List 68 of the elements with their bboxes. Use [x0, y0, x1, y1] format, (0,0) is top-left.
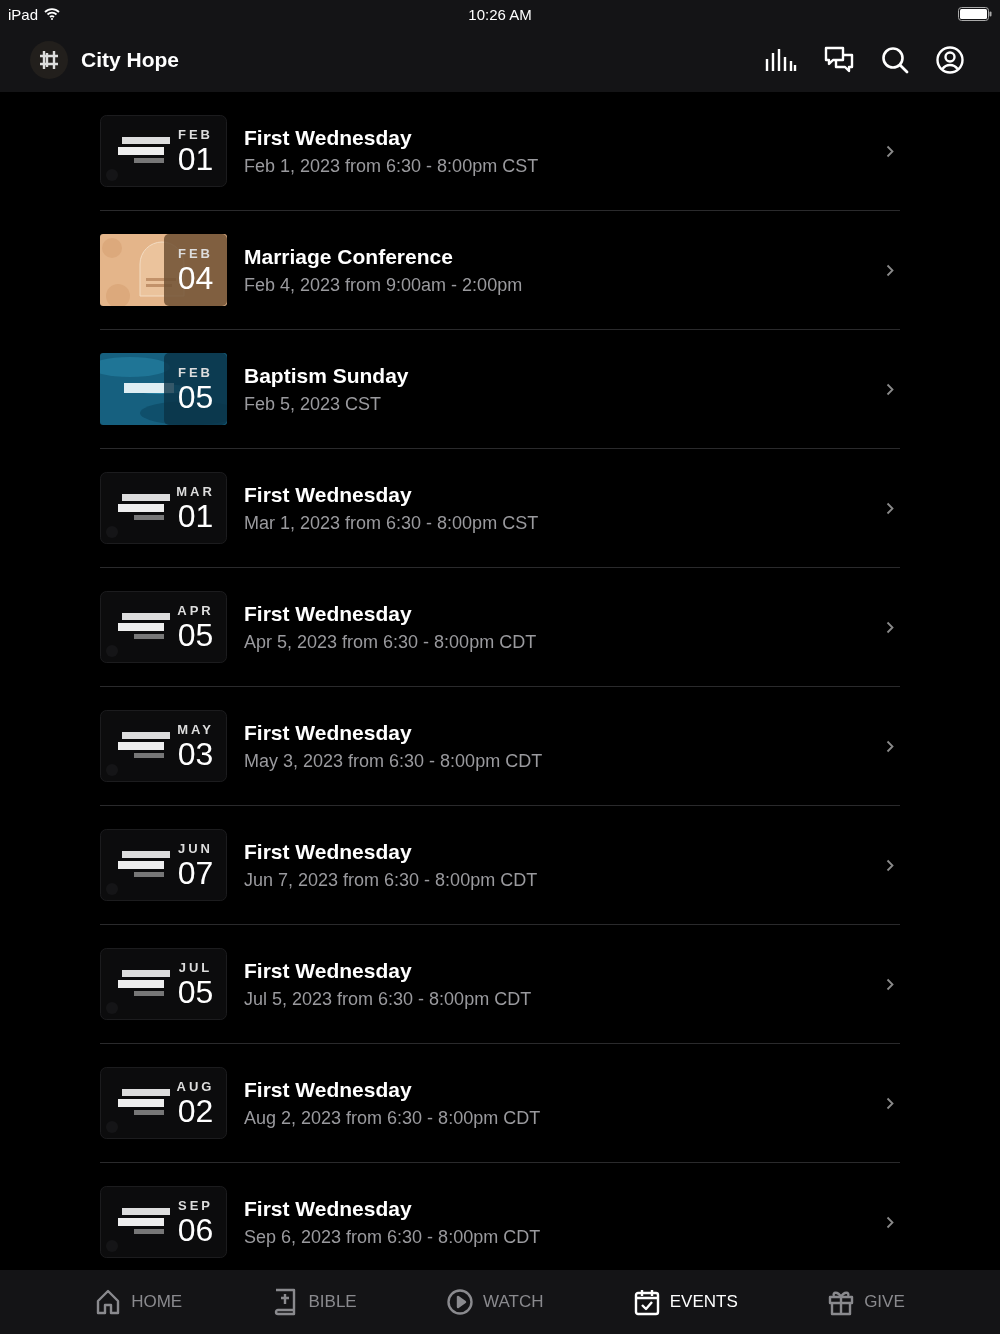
app-title: City Hope: [81, 48, 179, 72]
event-day: 07: [177, 855, 214, 890]
home-icon: [95, 1288, 122, 1316]
event-date: May 3, 2023 from 6:30 - 8:00pm CDT: [244, 750, 544, 772]
event-month: JUL: [178, 959, 213, 975]
event-date: Jul 5, 2023 from 6:30 - 8:00pm CDT: [244, 988, 533, 1010]
profile-icon[interactable]: [936, 46, 964, 74]
chevron-icon: [886, 501, 894, 515]
event-day: 02: [177, 1093, 214, 1128]
event-month: APR: [177, 602, 214, 618]
event-date: Feb 4, 2023 from 9:00am - 2:00pm: [244, 274, 524, 296]
event-day: 05: [177, 974, 214, 1009]
calendar-icon: [633, 1288, 660, 1316]
event-month: JUN: [178, 840, 213, 856]
event-day: 05: [177, 379, 214, 414]
event-day: 05: [177, 617, 214, 652]
audio-bars-icon[interactable]: [765, 47, 797, 73]
event-month: FEB: [178, 245, 213, 261]
event-date: Sep 6, 2023 from 6:30 - 8:00pm CDT: [244, 1226, 542, 1248]
tab-item[interactable]: BIBLE: [272, 1288, 357, 1316]
status-time: 10:26 AM: [467, 5, 533, 23]
event-title: First Wednesday: [244, 839, 413, 864]
event-title: First Wednesday: [244, 125, 413, 150]
wifi-icon: [44, 8, 61, 20]
event-title: First Wednesday: [244, 958, 413, 983]
event-day: 01: [177, 498, 214, 533]
search-icon[interactable]: [881, 46, 909, 74]
chevron-icon: [886, 858, 894, 872]
event-date: Apr 5, 2023 from 6:30 - 8:00pm CDT: [244, 631, 538, 653]
tab-item[interactable]: WATCH: [447, 1288, 544, 1316]
event-month: MAR: [176, 483, 215, 499]
chevron-icon: [886, 977, 894, 991]
logo-icon: [30, 41, 68, 79]
event-day: 06: [177, 1212, 214, 1247]
tab-item[interactable]: GIVE: [828, 1288, 905, 1316]
chevron-icon: [886, 1096, 894, 1110]
event-day: 03: [177, 736, 214, 771]
chevron-icon: [886, 739, 894, 753]
event-date: Feb 5, 2023 CST: [244, 393, 383, 415]
tab-item[interactable]: HOME: [95, 1288, 183, 1316]
chevron-icon: [886, 620, 894, 634]
event-date: Aug 2, 2023 from 6:30 - 8:00pm CDT: [244, 1107, 542, 1129]
chevron-icon: [886, 382, 894, 396]
event-title: First Wednesday: [244, 1077, 413, 1102]
event-day: 04: [177, 260, 214, 295]
chevron-icon: [886, 1215, 894, 1229]
event-month: FEB: [178, 364, 213, 380]
chat-icon[interactable]: [824, 46, 854, 74]
event-date: Jun 7, 2023 from 6:30 - 8:00pm CDT: [244, 869, 539, 891]
device-name: iPad: [8, 5, 39, 23]
event-title: First Wednesday: [244, 1196, 413, 1221]
chevron-icon: [886, 144, 894, 158]
event-title: First Wednesday: [244, 601, 413, 626]
tab-item[interactable]: EVENTS: [633, 1288, 738, 1316]
event-date: Mar 1, 2023 from 6:30 - 8:00pm CST: [244, 512, 540, 534]
event-title: First Wednesday: [244, 720, 413, 745]
event-title: First Wednesday: [244, 482, 413, 507]
event-title: Marriage Conference: [244, 244, 454, 269]
event-month: MAY: [177, 721, 214, 737]
event-month: FEB: [178, 126, 213, 142]
chevron-icon: [886, 263, 894, 277]
battery-icon: [958, 7, 992, 21]
event-month: AUG: [176, 1078, 215, 1094]
play-icon: [447, 1288, 473, 1316]
event-month: SEP: [178, 1197, 213, 1213]
event-date: Feb 1, 2023 from 6:30 - 8:00pm CST: [244, 155, 540, 177]
event-title: Baptism Sunday: [244, 363, 410, 388]
event-day: 01: [177, 141, 214, 176]
